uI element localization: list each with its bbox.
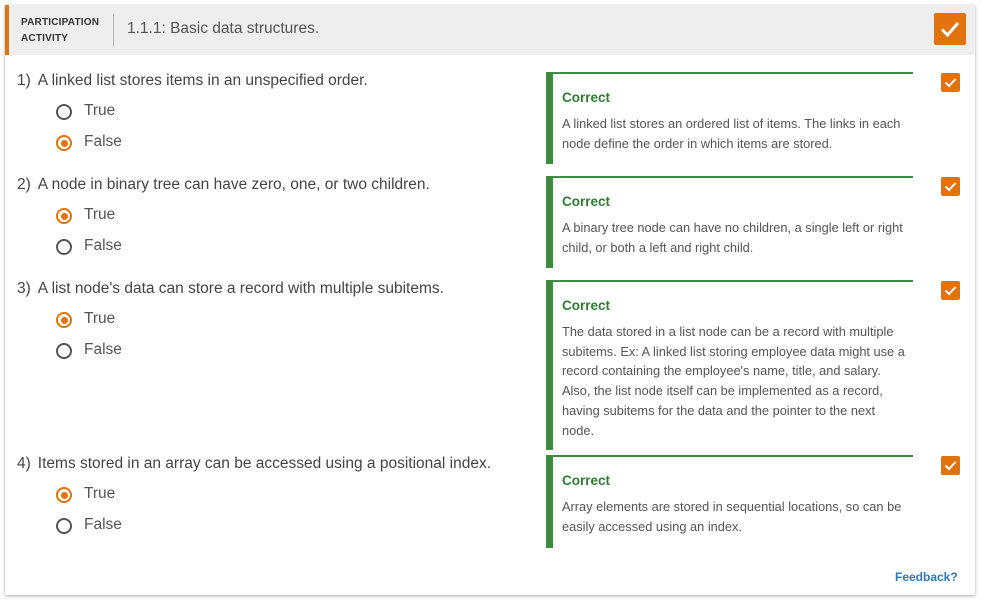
feedback-text: The data stored in a list node can be a … [562, 324, 905, 438]
header-accent-bar [5, 5, 9, 55]
activity-type-line1: PARTICIPATION [21, 17, 100, 28]
radio-button-selected[interactable] [56, 487, 72, 503]
question-text: A list node's data can store a record wi… [37, 280, 444, 297]
q4-feedback: Correct Array elements are stored in seq… [546, 455, 913, 548]
q2-checkmark-icon [941, 177, 960, 196]
feedback-title: Correct [562, 298, 611, 313]
question-number: 1) [17, 72, 31, 89]
q3-checkmark-icon [941, 281, 960, 300]
feedback-text: A binary tree node can have no children,… [562, 220, 903, 255]
question-1: 1) A linked list stores items in an unspe… [17, 72, 368, 90]
feedback-title: Correct [562, 90, 611, 105]
question-text: Items stored in an array can be accessed… [37, 455, 491, 472]
activity-title: 1.1.1: Basic data structures. [127, 20, 320, 37]
q1-checkmark-icon [941, 73, 960, 92]
question-3: 3) A list node's data can store a record … [17, 280, 444, 298]
option-label: False [84, 516, 122, 533]
radio-button[interactable] [56, 518, 72, 534]
q2-feedback: Correct A binary tree node can have no c… [546, 176, 913, 268]
radio-button[interactable] [56, 343, 72, 359]
radio-button-selected[interactable] [56, 135, 72, 151]
question-text: A node in binary tree can have zero, one… [37, 176, 430, 193]
option-label: False [84, 341, 122, 358]
radio-button[interactable] [56, 239, 72, 255]
option-label: False [84, 133, 122, 150]
option-label: False [84, 237, 122, 254]
option-label: True [84, 310, 116, 327]
q4-checkmark-icon [941, 456, 960, 475]
activity-header: PARTICIPATION ACTIVITY 1.1.1: Basic data… [5, 5, 975, 55]
header-divider [113, 14, 114, 46]
feedback-title: Correct [562, 473, 611, 488]
question-number: 2) [17, 176, 31, 193]
activity-type-label: PARTICIPATION ACTIVITY [21, 15, 99, 47]
question-text: A linked list stores items in an unspeci… [37, 72, 368, 89]
q1-feedback: Correct A linked list stores an ordered … [546, 72, 913, 164]
activity-complete-check-icon [934, 13, 966, 45]
radio-button[interactable] [56, 104, 72, 120]
question-number: 3) [17, 280, 31, 297]
option-label: True [84, 485, 116, 502]
activity-type-line2: ACTIVITY [21, 33, 69, 44]
question-2: 2) A node in binary tree can have zero, o… [17, 176, 430, 194]
question-4: 4) Items stored in an array can be access… [17, 455, 491, 473]
feedback-text: Array elements are stored in sequential … [562, 499, 902, 534]
feedback-link[interactable]: Feedback? [895, 570, 958, 584]
option-label: True [84, 102, 116, 119]
option-label: True [84, 206, 116, 223]
question-number: 4) [17, 455, 31, 472]
feedback-text: A linked list stores an ordered list of … [562, 116, 901, 151]
radio-button-selected[interactable] [56, 208, 72, 224]
q3-feedback: Correct The data stored in a list node c… [546, 280, 913, 450]
participation-activity-card: PARTICIPATION ACTIVITY 1.1.1: Basic data… [5, 5, 975, 595]
radio-button-selected[interactable] [56, 312, 72, 328]
feedback-title: Correct [562, 194, 611, 209]
